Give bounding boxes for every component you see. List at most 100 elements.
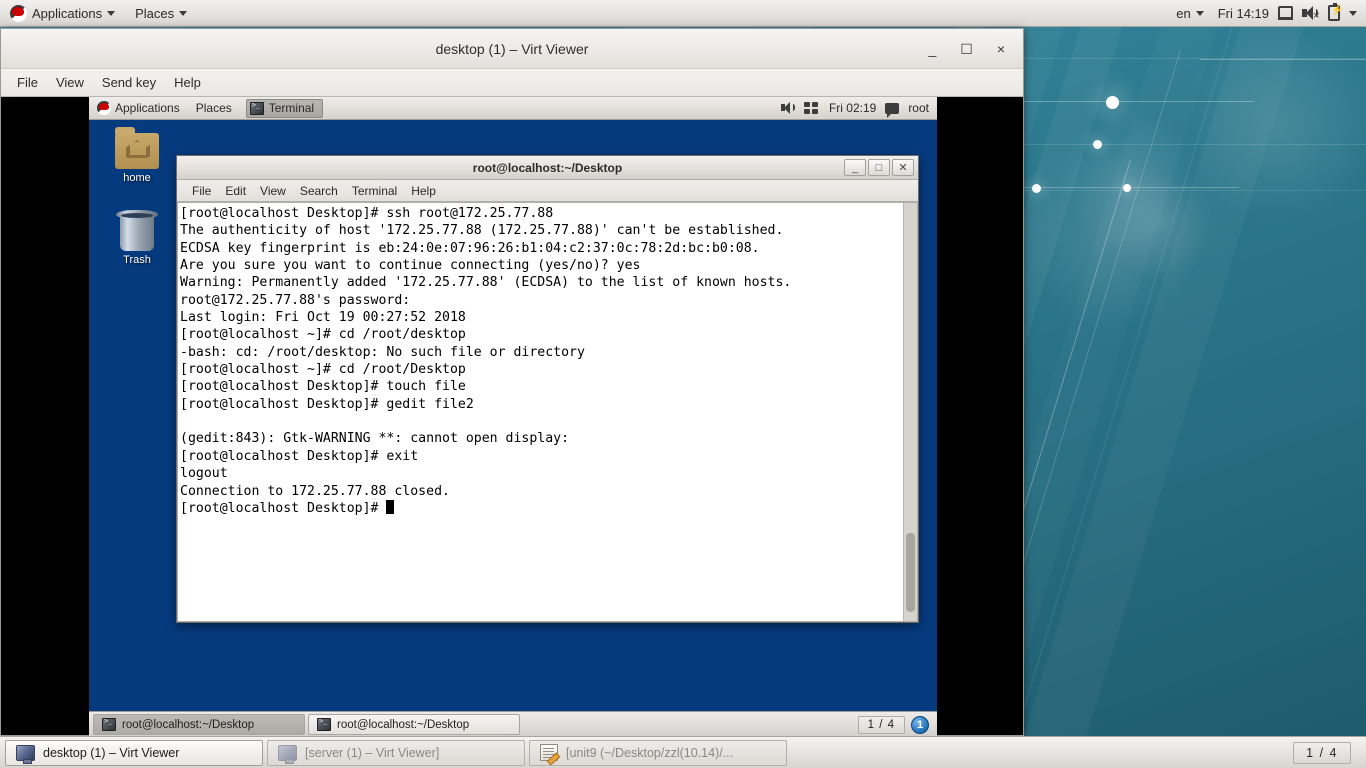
- vm-taskbar: root@localhost:~/Desktop root@localhost:…: [89, 711, 937, 737]
- desktop-icon-trash-label: Trash: [123, 254, 151, 266]
- host-workspace-switcher[interactable]: 1 / 4: [1293, 741, 1361, 764]
- terminal-line: Warning: Permanently added '172.25.77.88…: [180, 275, 792, 291]
- vm-task-button-1-label: root@localhost:~/Desktop: [122, 718, 255, 731]
- host-task-button-desktop-label: desktop (1) – Virt Viewer: [43, 745, 180, 760]
- host-task-button-unit9[interactable]: [unit9 (~/Desktop/zzl(10.14)/...: [529, 739, 787, 766]
- vv-menu-send-key[interactable]: Send key: [94, 72, 164, 93]
- host-task-button-desktop[interactable]: desktop (1) – Virt Viewer: [5, 739, 263, 766]
- host-workspace-count: 1 / 4: [1293, 741, 1351, 764]
- terminal-menu-help[interactable]: Help: [404, 182, 443, 200]
- terminal-menu-file[interactable]: File: [185, 182, 218, 200]
- vm-workspace-switcher[interactable]: 1 / 4 1: [857, 715, 933, 734]
- virt-viewer-title: desktop (1) – Virt Viewer: [435, 40, 589, 57]
- terminal-line: logout: [180, 466, 228, 482]
- terminal-screen[interactable]: [root@localhost Desktop]# ssh root@172.2…: [177, 202, 918, 622]
- host-taskbar: desktop (1) – Virt Viewer [server (1) – …: [0, 736, 1366, 768]
- wallpaper-line: [1200, 59, 1366, 60]
- chat-icon[interactable]: [885, 102, 900, 118]
- vm-window-list-terminal[interactable]: Terminal: [245, 98, 324, 118]
- display-icon[interactable]: [1278, 6, 1293, 20]
- host-places-menu[interactable]: Places: [126, 2, 196, 25]
- terminal-maximize-button[interactable]: □: [868, 159, 890, 176]
- terminal-menu-search[interactable]: Search: [293, 182, 345, 200]
- vm-task-button-1[interactable]: root@localhost:~/Desktop: [93, 714, 305, 735]
- vm-user-label[interactable]: root: [908, 101, 929, 115]
- minimize-button[interactable]: _: [928, 42, 936, 56]
- vv-menu-view[interactable]: View: [48, 72, 92, 93]
- terminal-output[interactable]: [root@localhost Desktop]# ssh root@172.2…: [178, 203, 903, 621]
- terminal-close-button[interactable]: ✕: [892, 159, 914, 176]
- vv-menu-file[interactable]: File: [9, 72, 46, 93]
- terminal-titlebar[interactable]: root@localhost:~/Desktop _ □ ✕: [177, 156, 918, 180]
- chevron-down-icon[interactable]: [1349, 10, 1357, 16]
- redhat-logo-icon: [97, 101, 111, 115]
- terminal-menu-terminal[interactable]: Terminal: [345, 182, 404, 200]
- terminal-prompt: [root@localhost Desktop]#: [180, 500, 387, 516]
- host-clock[interactable]: Fri 14:19: [1218, 6, 1269, 21]
- wallpaper-glow: [1180, 25, 1366, 225]
- vm-active-task-label: Terminal: [268, 101, 315, 115]
- host-task-button-unit9-label: [unit9 (~/Desktop/zzl(10.14)/...: [566, 745, 734, 760]
- vm-places-menu[interactable]: Places: [188, 99, 240, 117]
- trash-icon: [116, 210, 158, 251]
- monitor-icon: [278, 744, 297, 764]
- terminal-scrollbar[interactable]: [903, 203, 917, 621]
- wallpaper-line: [1024, 190, 1366, 191]
- wallpaper-line: [1024, 101, 1254, 102]
- wallpaper-dot: [1106, 96, 1119, 109]
- vm-clock[interactable]: Fri 02:19: [829, 101, 876, 115]
- vv-menu-help[interactable]: Help: [166, 72, 209, 93]
- terminal-menu-edit[interactable]: Edit: [218, 182, 253, 200]
- vm-applications-menu[interactable]: Applications: [89, 99, 188, 117]
- virt-viewer-titlebar[interactable]: desktop (1) – Virt Viewer _ ☐ ×: [1, 29, 1023, 69]
- terminal-scrollbar-thumb[interactable]: [906, 533, 915, 612]
- terminal-prompt-line: [root@localhost Desktop]#: [180, 499, 903, 517]
- terminal-line: [root@localhost Desktop]# ssh root@172.2…: [180, 206, 554, 221]
- wallpaper-dot: [1093, 140, 1102, 149]
- terminal-menu-view[interactable]: View: [253, 182, 293, 200]
- host-applications-label: Applications: [32, 5, 103, 21]
- network-disconnected-icon[interactable]: [803, 101, 820, 115]
- guest-vm-screen[interactable]: Applications Places Terminal: [89, 97, 937, 737]
- terminal-line: [root@localhost Desktop]# gedit file2: [180, 396, 474, 412]
- wallpaper-line: [1024, 187, 1239, 188]
- terminal-line: [root@localhost ~]# cd /root/Desktop: [180, 362, 466, 378]
- terminal-icon: [249, 101, 264, 115]
- desktop-icon-home-label: home: [123, 172, 151, 184]
- chevron-down-icon: [107, 10, 116, 16]
- volume-icon[interactable]: [780, 102, 795, 114]
- terminal-window[interactable]: root@localhost:~/Desktop _ □ ✕ File Edit…: [176, 155, 919, 623]
- terminal-minimize-button[interactable]: _: [844, 159, 866, 176]
- vm-notification-badge[interactable]: 1: [911, 715, 929, 734]
- host-top-panel: Applications Places en Fri 14:19 ×: [0, 0, 1366, 27]
- terminal-line: Are you sure you want to continue connec…: [180, 258, 641, 274]
- desktop-icon-trash[interactable]: Trash: [105, 210, 169, 266]
- desktop-icon-home[interactable]: home: [105, 127, 169, 184]
- terminal-line: Connection to 172.25.77.88 closed.: [180, 483, 450, 499]
- terminal-line: ECDSA key fingerprint is eb:24:0e:07:96:…: [180, 240, 760, 256]
- home-folder-icon: [115, 127, 159, 169]
- vm-top-panel: Applications Places Terminal: [89, 97, 937, 120]
- terminal-title: root@localhost:~/Desktop: [472, 160, 623, 175]
- terminal-menubar: File Edit View Search Terminal Help: [177, 180, 918, 202]
- maximize-button[interactable]: ☐: [960, 42, 973, 56]
- host-task-button-server[interactable]: [server (1) – Virt Viewer]: [267, 739, 525, 766]
- redhat-logo-icon: [10, 4, 27, 22]
- virt-viewer-guest-area[interactable]: Applications Places Terminal: [1, 97, 1023, 737]
- host-language-indicator[interactable]: en: [1172, 2, 1207, 25]
- terminal-line: [root@localhost Desktop]# exit: [180, 448, 419, 464]
- terminal-cursor: [386, 499, 395, 514]
- wallpaper-dot: [1123, 184, 1131, 192]
- close-button[interactable]: ×: [997, 42, 1005, 56]
- host-system-tray: en Fri 14:19 ×: [1171, 2, 1366, 25]
- volume-muted-icon[interactable]: ×: [1302, 6, 1320, 21]
- battery-charging-icon[interactable]: [1328, 3, 1343, 21]
- terminal-line: Last login: Fri Oct 19 00:27:52 2018: [180, 310, 466, 326]
- monitor-icon: [16, 744, 35, 764]
- vm-task-button-2[interactable]: root@localhost:~/Desktop: [308, 714, 520, 735]
- virt-viewer-window: desktop (1) – Virt Viewer _ ☐ × File Vie…: [0, 28, 1024, 737]
- virt-viewer-window-controls: _ ☐ ×: [928, 42, 1023, 56]
- host-applications-menu[interactable]: Applications: [1, 2, 124, 25]
- terminal-line: (gedit:843): Gtk-WARNING **: cannot open…: [180, 431, 570, 447]
